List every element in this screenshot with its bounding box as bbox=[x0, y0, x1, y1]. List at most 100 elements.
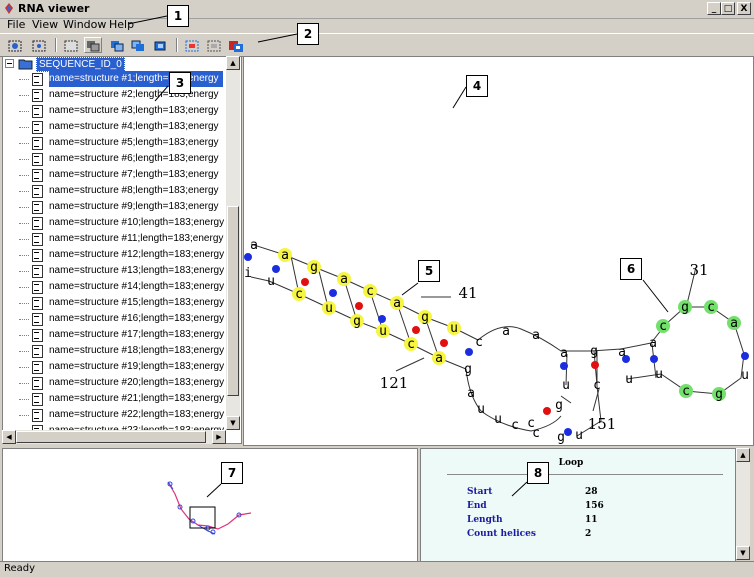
tree-item-label: name=structure #19;length=183;energy bbox=[49, 361, 225, 372]
tree-item-label: name=structure #6;length=183;energy bbox=[49, 153, 219, 164]
tree-item-label: name=structure #13;length=183;energy bbox=[49, 265, 225, 276]
zoom-in-icon bbox=[8, 40, 22, 52]
info-scrollbar[interactable]: ▲ ▼ bbox=[736, 448, 750, 560]
layer-button-1[interactable] bbox=[84, 37, 102, 53]
info-value: 28 bbox=[585, 487, 598, 497]
tree-connector bbox=[19, 127, 29, 128]
scroll-down-arrow-icon[interactable]: ▼ bbox=[226, 416, 240, 430]
menu-bar: File View Window Help bbox=[0, 18, 754, 33]
tree-connector bbox=[19, 79, 29, 80]
scroll-thumb[interactable] bbox=[16, 431, 206, 443]
info-header: Loop bbox=[558, 458, 584, 468]
document-icon bbox=[32, 137, 43, 150]
tree-connector bbox=[19, 159, 29, 160]
layer-blue-icon bbox=[111, 41, 124, 52]
info-key: Start bbox=[467, 487, 493, 497]
layer-blue-icon bbox=[131, 40, 144, 51]
element-info-panel: Loop Start 28 End 156 Length 11 Count he… bbox=[420, 448, 736, 562]
tree-connector bbox=[19, 367, 29, 368]
close-button[interactable]: X bbox=[737, 2, 751, 15]
document-icon bbox=[32, 297, 43, 310]
zoom-out-icon bbox=[32, 40, 46, 52]
svg-text:g: g bbox=[557, 430, 565, 445]
collapse-toggle-icon[interactable] bbox=[5, 59, 15, 69]
svg-text:i: i bbox=[244, 266, 252, 281]
menu-window[interactable]: Window bbox=[63, 18, 106, 32]
tree-item-label: name=structure #12;length=183;energy bbox=[49, 249, 225, 260]
document-icon bbox=[32, 265, 43, 278]
svg-text:u: u bbox=[450, 321, 458, 336]
position-label: 41 bbox=[458, 284, 477, 302]
deselect-button[interactable] bbox=[205, 37, 223, 53]
tree-vertical-scrollbar[interactable]: ▲ ▼ bbox=[226, 56, 240, 430]
folder-icon bbox=[18, 59, 33, 70]
tree-connector bbox=[19, 255, 29, 256]
document-icon bbox=[32, 393, 43, 406]
export-button[interactable] bbox=[227, 37, 245, 53]
tree-connector bbox=[19, 383, 29, 384]
document-icon bbox=[32, 377, 43, 390]
minimize-button[interactable]: _ bbox=[707, 2, 721, 15]
layer-button-4[interactable] bbox=[151, 37, 169, 53]
zoom-out-button[interactable] bbox=[30, 37, 48, 53]
tree-item-label: name=structure #21;length=183;energy bbox=[49, 393, 225, 404]
tree-item-label: name=structure #4;length=183;energy bbox=[49, 121, 219, 132]
fit-view-button[interactable] bbox=[62, 37, 80, 53]
tree-item-label: name=structure #8;length=183;energy bbox=[49, 185, 219, 196]
svg-text:u: u bbox=[494, 412, 502, 427]
app-icon bbox=[5, 3, 13, 14]
scroll-down-arrow-icon[interactable]: ▼ bbox=[736, 546, 750, 560]
svg-text:g: g bbox=[353, 314, 361, 329]
layer-button-3[interactable] bbox=[129, 37, 147, 53]
tree-horizontal-scrollbar[interactable]: ◀ ▶ bbox=[2, 430, 226, 444]
tree-connector bbox=[19, 223, 29, 224]
svg-text:a: a bbox=[618, 345, 626, 360]
menu-view[interactable]: View bbox=[32, 18, 58, 32]
svg-text:a: a bbox=[467, 386, 475, 401]
rna-structure-canvas[interactable]: aaga cagu caaa gaa iucu guca gauu ccc uc… bbox=[243, 56, 754, 446]
callout-5: 5 bbox=[418, 260, 440, 282]
select-all-button[interactable] bbox=[183, 37, 201, 53]
tree-item-label: name=structure #18;length=183;energy bbox=[49, 345, 225, 356]
document-icon bbox=[32, 233, 43, 246]
tree-connector bbox=[19, 287, 29, 288]
zoom-in-button[interactable] bbox=[6, 37, 24, 53]
svg-text:c: c bbox=[682, 384, 690, 399]
position-label: 121 bbox=[380, 374, 409, 392]
info-key: Length bbox=[467, 515, 503, 525]
tree-connector bbox=[19, 303, 29, 304]
export-icon bbox=[229, 41, 243, 52]
maximize-button[interactable]: □ bbox=[721, 2, 735, 15]
svg-text:a: a bbox=[435, 351, 443, 366]
scroll-right-arrow-icon[interactable]: ▶ bbox=[212, 430, 226, 444]
tree-root-label[interactable]: SEQUENCE_ID_0 bbox=[36, 57, 125, 72]
svg-text:u: u bbox=[575, 428, 583, 443]
menu-file[interactable]: File bbox=[7, 18, 25, 32]
layer-icon bbox=[87, 41, 100, 52]
scroll-left-arrow-icon[interactable]: ◀ bbox=[2, 430, 16, 444]
tree-item-label: name=structure #20;length=183;energy bbox=[49, 377, 225, 388]
position-label: 31 bbox=[689, 261, 708, 279]
tree-connector bbox=[19, 239, 29, 240]
tree-connector bbox=[19, 191, 29, 192]
document-icon bbox=[32, 345, 43, 358]
tree-connector bbox=[19, 415, 29, 416]
scroll-thumb[interactable] bbox=[227, 206, 239, 396]
document-icon bbox=[32, 73, 43, 86]
svg-text:g: g bbox=[681, 300, 689, 315]
scroll-up-arrow-icon[interactable]: ▲ bbox=[736, 448, 750, 462]
svg-text:u: u bbox=[655, 367, 663, 382]
info-value: 2 bbox=[585, 529, 592, 539]
menu-help[interactable]: Help bbox=[109, 18, 134, 32]
callout-7: 7 bbox=[221, 462, 243, 484]
tree-item-label: name=structure #3;length=183;energy bbox=[49, 105, 219, 116]
overview-minimap[interactable] bbox=[2, 448, 418, 562]
layer-button-2[interactable] bbox=[108, 37, 126, 53]
callout-2: 2 bbox=[297, 23, 319, 45]
info-key: Count helices bbox=[467, 529, 536, 539]
document-icon bbox=[32, 105, 43, 118]
tree-connector bbox=[19, 175, 29, 176]
svg-text:a: a bbox=[281, 248, 289, 263]
scroll-up-arrow-icon[interactable]: ▲ bbox=[226, 56, 240, 70]
svg-text:a: a bbox=[649, 336, 657, 351]
